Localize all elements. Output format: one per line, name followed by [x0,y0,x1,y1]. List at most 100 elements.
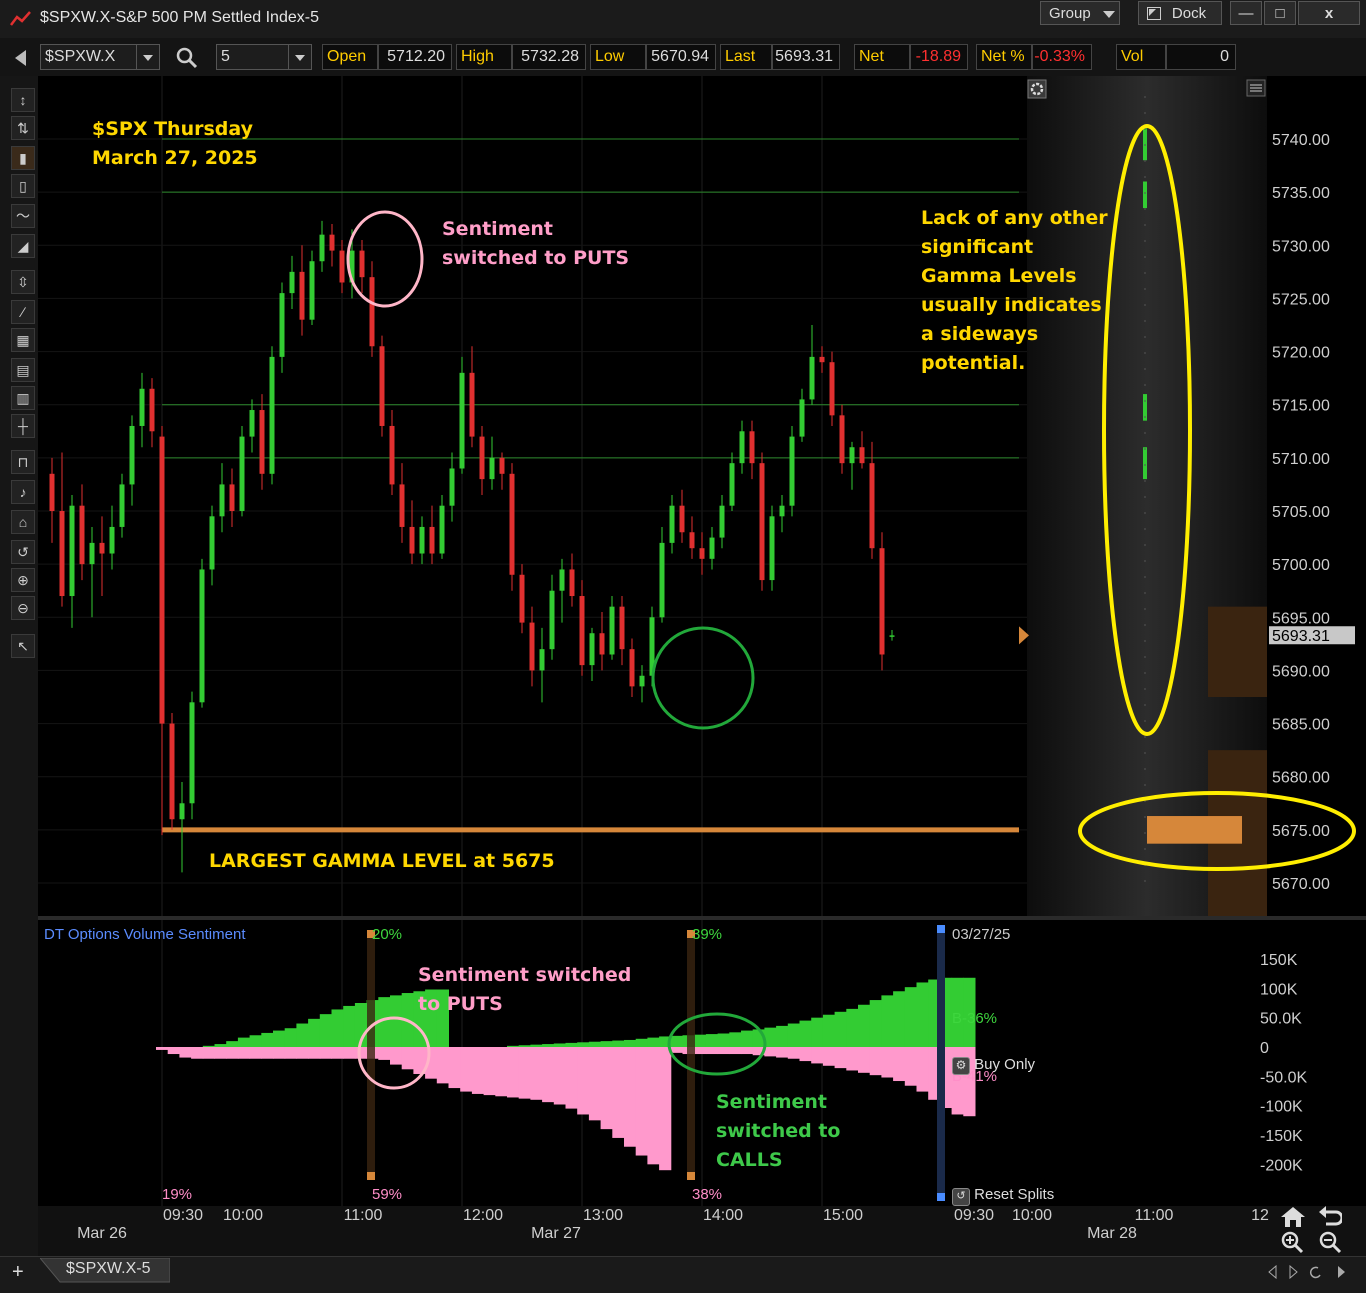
add-tab-button[interactable]: + [12,1261,24,1284]
candle-body [629,649,635,687]
price-tick-label: 5700.00 [1272,557,1330,574]
refresh-icon[interactable] [1309,1266,1321,1279]
buy-puts-bar [518,1047,531,1099]
cursor-move-icon[interactable]: ↕ [11,88,35,112]
bar-chart-icon[interactable]: ▯ [11,174,35,198]
candle [749,420,755,480]
candle [479,425,485,496]
cursor-adjust-icon[interactable]: ⇅ [11,116,35,140]
candle-body [609,606,615,655]
buy-calls-bar [846,1008,859,1047]
grid-icon[interactable]: ▦ [11,328,35,352]
candle [159,425,165,836]
candle [499,452,505,490]
pointer-icon[interactable]: ↖ [11,634,35,658]
sentiment-chart[interactable]: 150K 100K 50.0K 0 -50.0K -100K -150K -200K [38,920,1366,1206]
home-icon[interactable]: ⌂ [11,510,35,534]
minimize-icon: — [1238,5,1254,22]
candle-body [459,372,465,469]
interval-dropdown-icon[interactable] [288,45,311,69]
buy-calls-bar [530,1044,543,1047]
zoom-out-icon[interactable] [1318,1230,1342,1254]
session-end-top-handle[interactable] [937,925,945,933]
home-icon[interactable] [1280,1206,1306,1228]
dock-button[interactable]: Dock [1138,1,1222,25]
candle-body [639,675,645,687]
candle-body [199,569,205,703]
candle [809,325,815,405]
buy-puts-bar [741,1047,754,1055]
quote-label-4: Net [854,44,910,70]
data-table-icon[interactable]: ▥ [11,386,35,410]
tab-prev-icon[interactable] [1268,1265,1277,1279]
buy-only-toggle[interactable]: ⚙ Buy Only [952,1056,1035,1075]
split-marker-1[interactable] [367,930,375,1180]
candle [709,526,715,570]
candle-body [399,484,405,527]
line-chart-icon[interactable]: 〜 [11,204,35,228]
group-dropdown[interactable]: Group [1040,1,1120,25]
candle [309,250,315,325]
candle [579,580,585,676]
session-end-bottom-handle[interactable] [937,1193,945,1201]
candle-body [429,526,435,554]
maximize-button[interactable]: □ [1264,1,1296,25]
time-tick-label: 12 [1251,1207,1269,1224]
split-marker-2[interactable] [687,930,695,1180]
reset-splits-button[interactable]: ↺ Reset Splits [952,1186,1054,1206]
date-tick-label: Mar 28 [1087,1225,1137,1242]
collapse-left-icon[interactable] [14,50,28,66]
tab-menu-icon[interactable] [1338,1266,1345,1278]
candle-body [279,293,285,357]
buy-calls-bar [916,982,929,1047]
zoom-out-icon[interactable]: ⊖ [11,596,35,620]
single-line-icon[interactable]: ♪ [11,480,35,504]
crosshair-icon[interactable]: ┼ [11,414,35,438]
buy-calls-bar [881,995,894,1047]
price-tick-label: 5740.00 [1272,132,1330,149]
last-price-label: 5693.31 [1272,628,1330,645]
close-icon: x [1324,5,1334,22]
split-marker-2-bottom-handle[interactable] [687,1172,695,1180]
close-button[interactable]: x [1298,1,1360,25]
zoom-in-icon[interactable] [1280,1230,1304,1254]
tab-bar: + $SPXW.X-5 [0,1256,1366,1293]
fit-vertical-icon[interactable]: ⇳ [11,270,35,294]
symbol-dropdown-icon[interactable] [136,45,159,69]
buy-puts-bar [577,1047,590,1115]
buy-puts-bar [764,1047,777,1057]
candle [99,516,105,597]
price-chart[interactable]: 5740.00 5735.00 5730.00 5725.00 5720.00 5715.… [38,76,1366,916]
tab-next-icon[interactable] [1289,1265,1298,1279]
minimize-button[interactable]: — [1230,1,1262,25]
candle [239,425,245,517]
trendline-icon[interactable]: ∕ [11,300,35,324]
symbol-combo[interactable]: $SPXW.X [40,44,160,70]
time-axis[interactable]: 09:30 10:00 11:00 12:00 13:00 14:00 15:00 09:30… [38,1206,1366,1256]
lower-puts-annotation: Sentiment switched to PUTS [418,961,631,1019]
interval-combo[interactable]: 5 [216,44,312,70]
session-end-marker[interactable] [937,925,945,1201]
mountain-chart-icon[interactable]: ◢ [11,234,35,258]
gear-icon: ⚙ [952,1057,970,1075]
candle-body [849,447,855,464]
search-icon[interactable] [176,47,198,69]
undo-icon[interactable]: ↺ [11,540,35,564]
candle [529,606,535,687]
lower-puts-line-2: to PUTS [418,993,503,1015]
split-marker-1-bottom-handle[interactable] [367,1172,375,1180]
menu-icon[interactable] [1246,79,1266,97]
quote-label-2: Low [590,44,646,70]
date-tick-label: Mar 26 [77,1225,127,1242]
candlestick-icon[interactable]: ▮ [11,146,35,170]
candle-body [109,526,115,554]
candle-body [99,542,105,554]
table-icon[interactable]: ▤ [11,358,35,382]
undo-icon[interactable] [1318,1206,1342,1228]
gear-icon[interactable] [1027,79,1047,99]
buy-puts-bar [378,1047,391,1060]
symbol-toolbar: $SPXW.X 5 Open 5712.20 High 5732.28 Low 5670.… [0,38,1366,76]
magnet-icon[interactable]: ⊓ [11,450,35,474]
marker-2-top-pct: 39% [692,926,723,943]
zoom-in-icon[interactable]: ⊕ [11,568,35,592]
